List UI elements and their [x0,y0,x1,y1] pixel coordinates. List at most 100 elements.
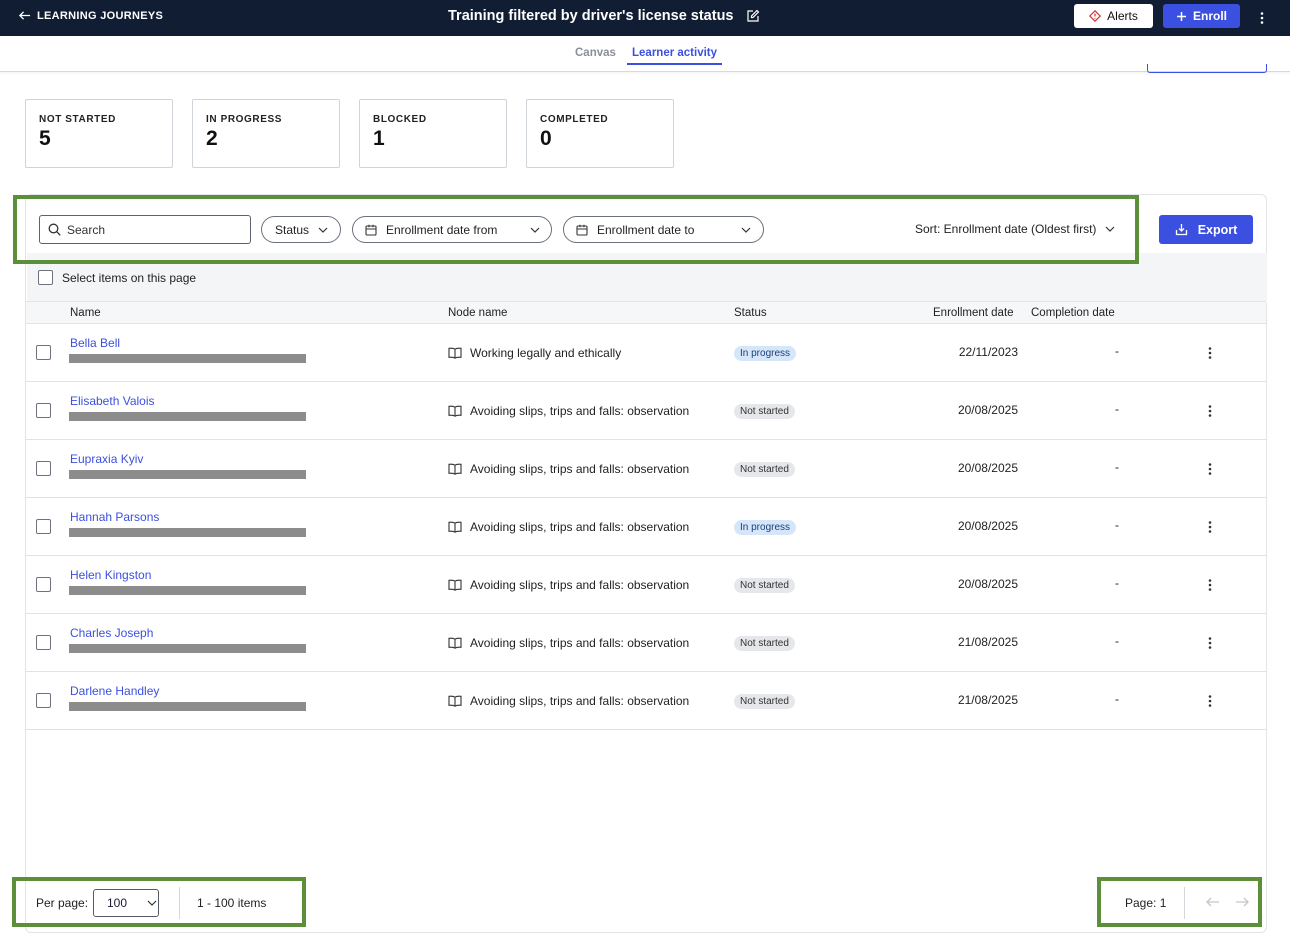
row-checkbox[interactable] [36,693,51,708]
enrollment-date: 20/08/2025 [957,461,1018,475]
completion-date: - [1115,402,1119,416]
tab-canvas[interactable]: Canvas [575,47,616,59]
completion-date: - [1115,576,1119,590]
tab-learner-activity[interactable]: Learner activity [627,47,723,65]
node-name: Avoiding slips, trips and falls: observa… [470,462,690,476]
column-header-enrollment-date[interactable]: Enrollment date [933,307,1014,319]
tab-bar: Canvas Learner activity [0,36,1290,72]
table-row: Charles Joseph Avoiding slips, trips and… [26,614,1266,672]
enroll-button[interactable]: Enroll [1163,4,1240,28]
completion-date: - [1115,460,1119,474]
node-cell: Avoiding slips, trips and falls: observa… [448,636,689,650]
learner-name-link[interactable]: Hannah Parsons [70,510,159,524]
learner-name-link[interactable]: Darlene Handley [70,684,159,698]
node-name: Avoiding slips, trips and falls: observa… [470,636,690,650]
enrollment-date: 21/08/2025 [957,635,1018,649]
node-name: Working legally and ethically [470,346,622,360]
kebab-icon [1208,695,1212,707]
row-actions-button[interactable] [1202,690,1218,712]
column-header-name[interactable]: Name [70,307,101,319]
node-name: Avoiding slips, trips and falls: observa… [470,404,690,418]
export-label: Export [1197,222,1238,237]
table-row: Hannah Parsons Avoiding slips, trips and… [26,498,1266,556]
kebab-icon [1260,12,1264,24]
column-header-node-name[interactable]: Node name [448,307,507,319]
learner-name-link[interactable]: Elisabeth Valois [70,394,155,408]
back-to-learning-journeys-link[interactable]: LEARNING JOURNEYS [18,9,163,22]
kebab-icon [1208,579,1212,591]
redacted-email [69,528,306,537]
edit-title-button[interactable] [746,9,760,23]
row-checkbox[interactable] [36,345,51,360]
node-cell: Avoiding slips, trips and falls: observa… [448,694,689,708]
node-name: Avoiding slips, trips and falls: observa… [470,694,690,708]
kebab-icon [1208,521,1212,533]
learner-name-link[interactable]: Helen Kingston [70,568,151,582]
row-actions-button[interactable] [1202,516,1218,538]
table-row: Elisabeth Valois Avoiding slips, trips a… [26,382,1266,440]
row-checkbox[interactable] [36,635,51,650]
row-actions-button[interactable] [1202,574,1218,596]
column-header-completion-date[interactable]: Completion date [1031,307,1115,319]
alerts-button[interactable]: Alerts [1074,4,1153,28]
kebab-icon [1208,463,1212,475]
row-actions-button[interactable] [1202,342,1218,364]
kebab-icon [1208,637,1212,649]
page-title: Training filtered by driver's license st… [448,8,734,24]
stat-card-in-progress: IN PROGRESS 2 [192,99,340,168]
highlight-box-pagination [1097,877,1262,927]
row-checkbox[interactable] [36,461,51,476]
row-checkbox[interactable] [36,577,51,592]
stat-label: COMPLETED [540,114,609,125]
book-icon [448,695,462,707]
completion-date: - [1115,634,1119,648]
book-icon [448,463,462,475]
alerts-label: Alerts [1107,9,1138,23]
row-actions-button[interactable] [1202,632,1218,654]
stat-value: 1 [373,127,385,150]
row-actions-button[interactable] [1202,458,1218,480]
status-badge: In progress [734,520,797,535]
node-cell: Working legally and ethically [448,346,621,360]
kebab-icon [1208,347,1212,359]
top-bar: LEARNING JOURNEYS Training filtered by d… [0,0,1290,36]
row-actions-button[interactable] [1202,400,1218,422]
book-icon [448,637,462,649]
partially-scrolled-button-edge [1147,64,1267,73]
row-checkbox[interactable] [36,519,51,534]
enrollment-date: 20/08/2025 [957,519,1018,533]
completion-date: - [1115,518,1119,532]
title-wrap: Training filtered by driver's license st… [448,8,760,24]
learner-name-link[interactable]: Bella Bell [70,336,120,350]
redacted-email [69,412,306,421]
highlight-box-filter-bar [13,195,1139,264]
column-header-status[interactable]: Status [734,307,767,319]
kebab-icon [1208,405,1212,417]
export-button[interactable]: Export [1159,215,1253,244]
stat-label: BLOCKED [373,114,427,125]
learner-name-link[interactable]: Eupraxia Kyiv [70,452,143,466]
enrollment-date: 21/08/2025 [957,693,1018,707]
redacted-email [69,644,306,653]
node-cell: Avoiding slips, trips and falls: observa… [448,578,689,592]
node-name: Avoiding slips, trips and falls: observa… [470,520,690,534]
redacted-email [69,702,306,711]
back-link-label: LEARNING JOURNEYS [37,9,164,22]
status-badge: Not started [734,694,795,709]
stat-label: IN PROGRESS [206,114,283,125]
enroll-label: Enroll [1192,9,1227,23]
select-all-on-page[interactable]: Select items on this page [38,270,196,285]
pencil-icon [746,9,759,22]
status-badge: Not started [734,404,795,419]
learner-name-link[interactable]: Charles Joseph [70,626,153,640]
status-badge: In progress [734,346,797,361]
status-badge: Not started [734,636,795,651]
select-all-checkbox[interactable] [38,270,53,285]
redacted-email [69,470,306,479]
table-header: Name Node name Status Enrollment date Co… [26,301,1266,324]
more-options-button[interactable] [1253,8,1271,28]
download-icon [1175,224,1187,236]
completion-date: - [1115,692,1119,706]
row-checkbox[interactable] [36,403,51,418]
highlight-box-per-page [12,877,306,927]
